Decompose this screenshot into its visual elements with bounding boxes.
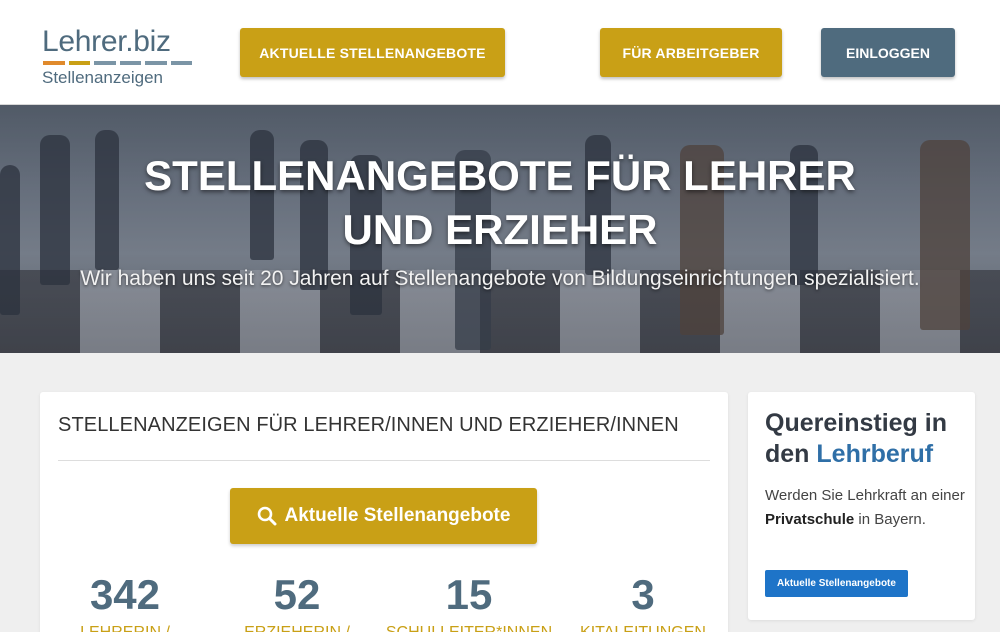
job-listings-card: STELLENANZEIGEN FÜR LEHRER/INNEN UND ERZ… [40,392,728,632]
current-jobs-search-button[interactable]: Aktuelle Stellenangebote [230,488,537,544]
logo-bar [119,61,141,65]
stat-label: KITALEITUNGEN [558,624,728,632]
logo-bar [68,61,90,65]
side-text-start: Werden Sie Lehrkraft an einer [765,487,965,504]
site-logo[interactable]: Lehrer.biz Stellenanzeigen [42,27,192,88]
side-text-bold: Privatschule [765,511,855,528]
login-button[interactable]: EINLOGGEN [821,28,955,77]
stat-value: 15 [445,571,493,618]
logo-bar [145,61,167,65]
stat-value: 342 [89,571,161,618]
side-current-jobs-button[interactable]: Aktuelle Stellenangebote [765,570,908,597]
logo-wordmark: Lehrer.biz [42,25,171,58]
stat-value: 52 [273,571,321,618]
stat-educators[interactable]: 52 ERZIEHERIN / [212,572,382,632]
employers-nav-button[interactable]: FÜR ARBEITGEBER [600,28,782,77]
stat-principals[interactable]: 15 SCHULLEITER*INNEN [384,572,554,632]
stat-teachers[interactable]: 342 LEHRERIN / [40,572,210,632]
side-text-end: in Bayern. [854,511,926,528]
career-change-card: Quereinstieg in den Lehrberuf Werden Sie… [748,392,975,620]
search-button-label: Aktuelle Stellenangebote [284,505,511,526]
stat-daycare-leaders[interactable]: 3 KITALEITUNGEN [558,572,728,632]
stat-label: SCHULLEITER*INNEN [384,624,554,632]
side-title-accent: Lehrberuf [816,440,934,468]
site-header: Lehrer.biz Stellenanzeigen AKTUELLE STEL… [0,0,1000,105]
card-title: STELLENANZEIGEN FÜR LEHRER/INNEN UND ERZ… [58,414,679,436]
hero-title: STELLENANGEBOTE FÜR LEHRER UND ERZIEHER [144,152,856,253]
side-card-title: Quereinstieg in den Lehrberuf [765,408,965,470]
logo-color-bars [43,61,192,65]
logo-bar [170,61,192,65]
logo-tagline: Stellenanzeigen [42,68,163,87]
logo-bar [94,61,116,65]
side-card-text: Werden Sie Lehrkraft an einer Privatschu… [765,484,965,532]
stat-value: 3 [631,571,655,618]
logo-bar [43,61,65,65]
hero-subtitle: Wir haben uns seit 20 Jahren auf Stellen… [80,267,920,290]
current-jobs-nav-button[interactable]: AKTUELLE STELLENANGEBOTE [240,28,505,77]
stat-label: LEHRERIN / [40,624,210,632]
search-icon [257,506,277,526]
card-divider [58,460,710,461]
stat-label: ERZIEHERIN / [212,624,382,632]
hero-banner: STELLENANGEBOTE FÜR LEHRER UND ERZIEHER … [0,105,1000,353]
